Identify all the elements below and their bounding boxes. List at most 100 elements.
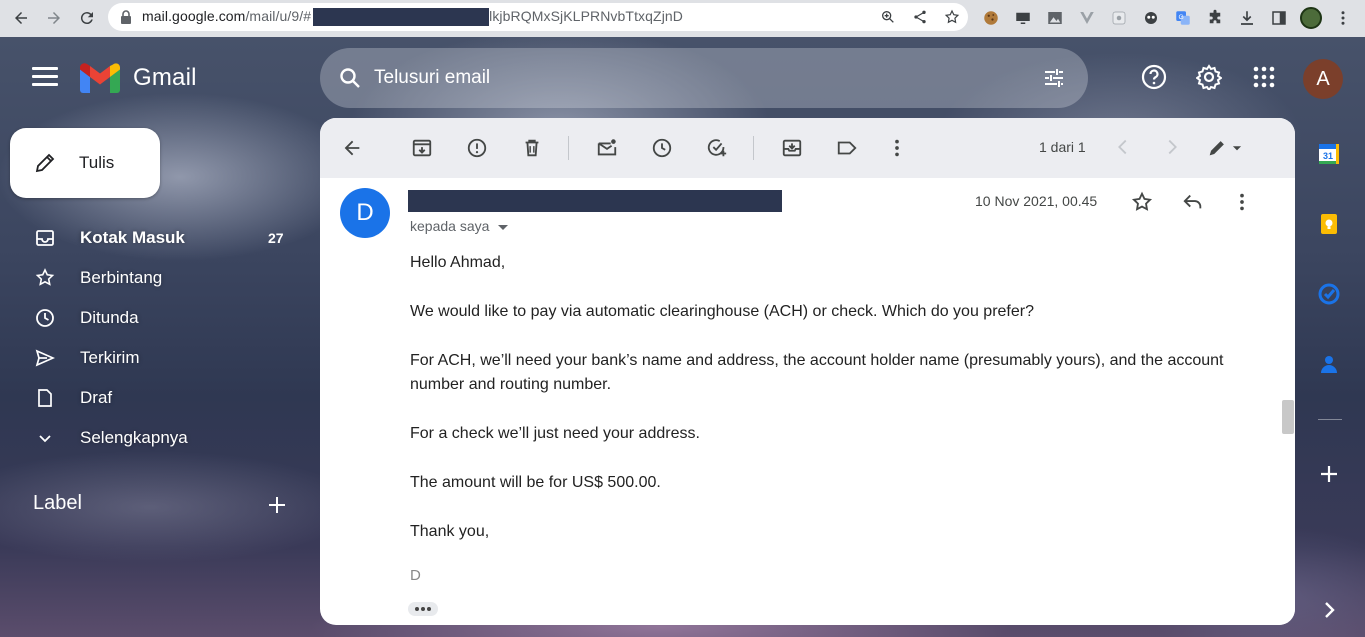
reply-icon[interactable] <box>1181 190 1205 214</box>
pen-dropdown-icon[interactable] <box>1230 141 1244 155</box>
url-path: /mail/u/9/# <box>245 7 312 24</box>
toolbar-divider <box>568 136 569 160</box>
add-to-tasks-icon[interactable] <box>705 136 729 160</box>
sidebar-item-drafts[interactable]: Draf <box>0 378 300 418</box>
pencil-icon <box>35 153 55 173</box>
search-icon[interactable] <box>338 66 362 90</box>
report-spam-icon[interactable] <box>465 136 489 160</box>
scrollbar-thumb[interactable] <box>1282 400 1294 434</box>
star-message-icon[interactable] <box>1130 190 1154 214</box>
sender-name-redaction <box>408 190 782 212</box>
tasks-app-icon[interactable] <box>1316 281 1342 307</box>
help-icon[interactable] <box>1140 63 1168 91</box>
body-paragraph: For ACH, we’ll need your bank’s name and… <box>410 352 1224 393</box>
sidebar-item-label: Selengkapnya <box>80 428 188 447</box>
translate-extension-icon[interactable]: G <box>1172 7 1194 29</box>
sidebar-item-snoozed[interactable]: Ditunda <box>0 298 300 338</box>
draft-icon <box>34 387 56 409</box>
delete-icon[interactable] <box>520 136 544 160</box>
recipient-details[interactable]: kepada saya <box>410 218 509 234</box>
clock-icon <box>34 307 56 329</box>
address-bar[interactable]: mail.google.com/mail/u/9/# lkjbRQMxSjKLPR… <box>108 3 968 31</box>
get-addons-plus-icon[interactable] <box>1316 461 1342 487</box>
calendar-app-icon[interactable]: 31 <box>1316 141 1342 167</box>
older-chevron-right-icon[interactable] <box>1161 136 1185 160</box>
mark-unread-icon[interactable] <box>595 136 619 160</box>
pagination-text: 1 dari 1 <box>1039 139 1086 155</box>
account-avatar[interactable]: A <box>1303 59 1343 99</box>
search-options-icon[interactable] <box>1042 66 1066 90</box>
label-icon[interactable] <box>835 136 859 160</box>
side-panel-icon[interactable] <box>1268 7 1290 29</box>
gmail-logo[interactable]: Gmail <box>80 63 197 93</box>
gear-extension-icon[interactable] <box>1108 7 1130 29</box>
forward-arrow-icon[interactable] <box>39 3 69 33</box>
settings-gear-icon[interactable] <box>1195 63 1223 91</box>
recipient-text: kepada saya <box>410 218 490 234</box>
cookie-extension-icon[interactable] <box>980 7 1002 29</box>
bookmark-star-icon[interactable] <box>944 9 960 25</box>
back-to-inbox-icon[interactable] <box>340 136 364 160</box>
lock-icon <box>121 10 131 24</box>
message: D kepada saya 10 Nov 2021, 00.45 Hello A… <box>320 178 1280 625</box>
browser-profile-avatar[interactable] <box>1300 7 1322 29</box>
side-panel-divider <box>1318 419 1342 420</box>
body-paragraph: Hello Ahmad, <box>410 254 506 271</box>
back-arrow-icon[interactable] <box>6 3 36 33</box>
body-paragraph: For a check we’ll just need your address… <box>410 425 700 442</box>
details-caret-icon[interactable] <box>498 224 509 230</box>
compose-label: Tulis <box>79 153 115 172</box>
show-trimmed-content-button[interactable] <box>408 602 438 616</box>
apps-grid-icon[interactable] <box>1250 63 1278 91</box>
compose-button[interactable]: Tulis <box>10 128 160 198</box>
puzzle-extension-icon[interactable] <box>1204 7 1226 29</box>
search-input[interactable]: Telusuri email <box>374 67 490 89</box>
labels-heading: Label <box>33 492 82 514</box>
archive-icon[interactable] <box>410 136 434 160</box>
main-menu-icon[interactable] <box>32 67 58 87</box>
body-paragraph: Thank you, <box>410 523 490 540</box>
sidebar-item-label: Berbintang <box>80 268 163 287</box>
sidebar-item-more[interactable]: Selengkapnya <box>0 418 300 458</box>
message-more-icon[interactable] <box>1230 190 1254 214</box>
move-to-icon[interactable] <box>780 136 804 160</box>
sidebar-item-starred[interactable]: Berbintang <box>0 258 300 298</box>
share-icon[interactable] <box>912 9 928 25</box>
browser-menu-icon[interactable] <box>1332 7 1354 29</box>
contacts-app-icon[interactable] <box>1316 351 1342 377</box>
gmail-m-icon <box>80 63 120 93</box>
sender-avatar[interactable]: D <box>340 188 390 238</box>
url-redaction <box>313 8 490 27</box>
newer-chevron-left-icon[interactable] <box>1112 136 1136 160</box>
monitor-extension-icon[interactable] <box>1012 7 1034 29</box>
signature: D <box>410 567 421 584</box>
show-side-panel-chevron-icon[interactable] <box>1316 597 1342 623</box>
message-body: Hello Ahmad, We would like to pay via au… <box>410 251 1260 569</box>
unread-count: 27 <box>268 230 284 246</box>
calendar-day-number: 31 <box>1323 151 1333 161</box>
alien-extension-icon[interactable] <box>1140 7 1162 29</box>
image-extension-icon[interactable] <box>1044 7 1066 29</box>
reload-icon[interactable] <box>72 3 102 33</box>
message-date: 10 Nov 2021, 00.45 <box>975 193 1098 209</box>
snooze-icon[interactable] <box>650 136 674 160</box>
keep-app-icon[interactable] <box>1316 211 1342 237</box>
more-options-icon[interactable] <box>885 136 909 160</box>
sidebar-item-sent[interactable]: Terkirim <box>0 338 300 378</box>
url-tail: lkjbRQMxSjKLPRNvbTtxqZjnD <box>489 7 683 24</box>
sidebar-item-inbox[interactable]: Kotak Masuk 27 <box>0 218 300 258</box>
sidebar-item-label: Terkirim <box>80 348 140 367</box>
sidebar-item-label: Ditunda <box>80 308 139 327</box>
search-bar[interactable]: Telusuri email <box>320 48 1088 108</box>
app-name: Gmail <box>133 64 197 91</box>
download-icon[interactable] <box>1236 7 1258 29</box>
add-label-icon[interactable] <box>266 494 288 516</box>
input-tools-pen-icon[interactable] <box>1206 136 1250 160</box>
message-view: 1 dari 1 D kepada saya 10 Nov 2021, 00.4… <box>320 118 1295 625</box>
vue-extension-icon[interactable] <box>1076 7 1098 29</box>
message-toolbar: 1 dari 1 <box>320 118 1295 178</box>
body-paragraph: We would like to pay via automatic clear… <box>410 303 1034 320</box>
toolbar-divider <box>753 136 754 160</box>
zoom-icon[interactable] <box>880 9 896 25</box>
url-text: mail.google.com/mail/u/9/# lkjbRQMxSjKLPR… <box>142 7 683 27</box>
